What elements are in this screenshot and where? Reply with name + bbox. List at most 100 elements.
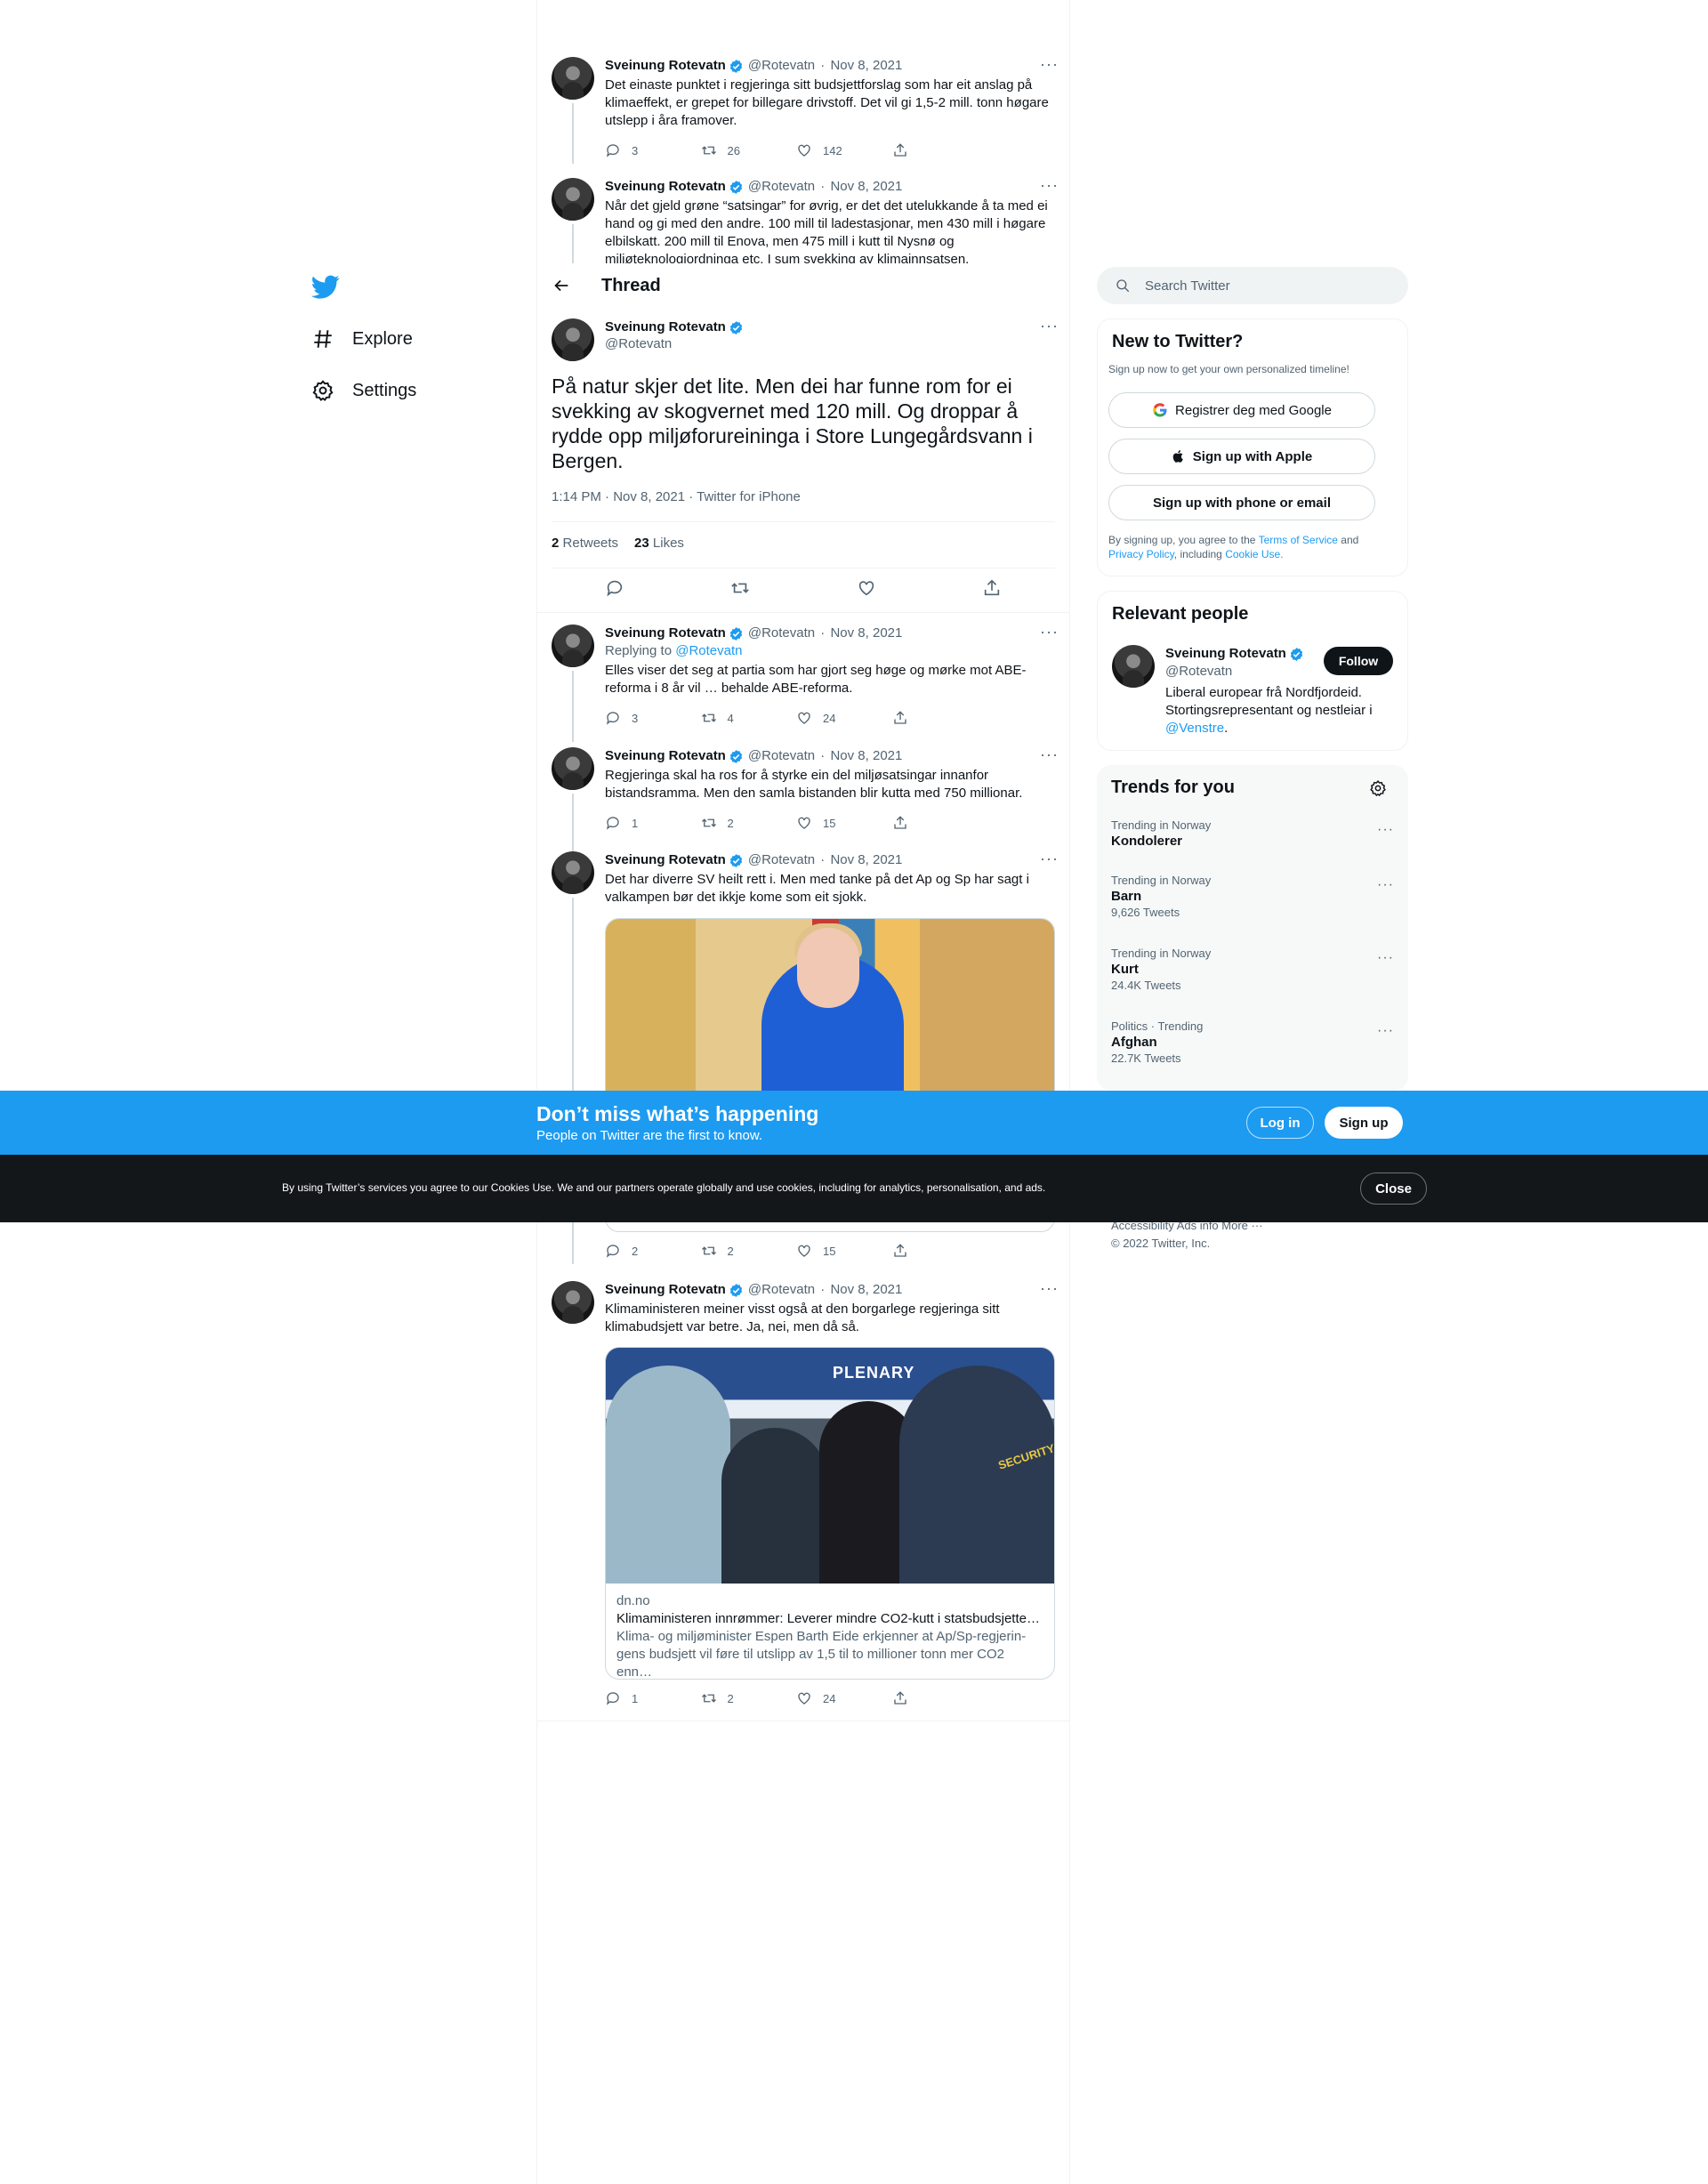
author-name[interactable]: Sveinung Rotevatn xyxy=(605,1281,726,1299)
reply-tweet[interactable]: Sveinung Rotevatn @Rotevatn · Nov 8, 202… xyxy=(552,624,1059,742)
retweets-stat[interactable]: 2 Retweets xyxy=(552,536,618,551)
reply-button[interactable]: 1 xyxy=(605,1690,701,1706)
new-to-twitter-subtitle: Sign up now to get your own personalized… xyxy=(1108,363,1349,375)
share-button[interactable] xyxy=(892,142,988,158)
more-options-icon[interactable]: ··· xyxy=(1377,1023,1394,1039)
retweet-button[interactable]: 2 xyxy=(701,1243,797,1259)
like-button[interactable]: 15 xyxy=(796,1243,892,1259)
more-options-icon[interactable]: ··· xyxy=(1377,877,1394,893)
tweet-date[interactable]: Nov 8, 2021 xyxy=(830,625,902,642)
tweet-date[interactable]: Nov 8, 2021 xyxy=(830,851,902,869)
google-signup-label: Registrer deg med Google xyxy=(1175,402,1332,418)
main-tweet-text: På natur skjer det lite. Men dei har fun… xyxy=(552,375,1033,472)
retweet-icon[interactable] xyxy=(730,578,750,598)
reply-button[interactable]: 3 xyxy=(605,710,701,726)
reply-button[interactable]: 3 xyxy=(605,142,701,158)
more-options-icon[interactable]: ··· xyxy=(1040,318,1059,334)
retweet-button[interactable]: 26 xyxy=(701,142,797,158)
search-input[interactable]: Search Twitter xyxy=(1097,267,1408,304)
heart-icon[interactable] xyxy=(857,578,876,598)
signup-button[interactable]: Sign up xyxy=(1325,1107,1403,1139)
tweet-date[interactable]: Nov 8, 2021 xyxy=(830,178,902,196)
more-options-icon[interactable]: ··· xyxy=(1040,746,1059,762)
trend-item[interactable]: Trending in Norway Kurt 24.4K Tweets ··· xyxy=(1097,947,1408,993)
relevant-person[interactable]: Sveinung Rotevatn @Rotevatn xyxy=(1165,645,1307,681)
tweet-text: Når det gjeld grøne “satsingar” for øvri… xyxy=(605,198,1048,263)
author-name[interactable]: Sveinung Rotevatn xyxy=(605,625,726,642)
reply-tweet[interactable]: Sveinung Rotevatn @Rotevatn · Nov 8, 202… xyxy=(552,746,1059,852)
follow-button[interactable]: Follow xyxy=(1324,647,1393,675)
retweet-button[interactable]: 2 xyxy=(701,815,797,831)
more-options-icon[interactable]: ··· xyxy=(1040,56,1059,72)
like-button[interactable]: 142 xyxy=(796,142,892,158)
share-button[interactable] xyxy=(892,815,988,831)
nav-settings[interactable]: Settings xyxy=(311,371,416,410)
cookie-link[interactable]: Cookie Use. xyxy=(1225,548,1283,560)
like-button[interactable]: 24 xyxy=(796,710,892,726)
more-options-icon[interactable]: ··· xyxy=(1040,850,1059,866)
phone-email-signup-button[interactable]: Sign up with phone or email xyxy=(1108,485,1375,520)
main-tweet-meta[interactable]: 1:14 PM · Nov 8, 2021 · Twitter for iPho… xyxy=(552,489,801,504)
back-arrow-icon[interactable] xyxy=(552,276,571,295)
avatar[interactable] xyxy=(1112,645,1155,688)
privacy-link[interactable]: Privacy Policy xyxy=(1108,548,1174,560)
login-button[interactable]: Log in xyxy=(1246,1107,1314,1139)
avatar[interactable] xyxy=(552,625,594,667)
retweet-count: 26 xyxy=(727,143,740,157)
reply-button[interactable]: 2 xyxy=(605,1243,701,1259)
author-name[interactable]: Sveinung Rotevatn xyxy=(605,747,726,765)
link-card[interactable]: PLENARY SECURITY dn.no Klimaministeren i… xyxy=(605,1347,1055,1680)
more-options-icon[interactable]: ··· xyxy=(1040,1280,1059,1296)
author-name[interactable]: Sveinung Rotevatn xyxy=(605,178,726,196)
avatar[interactable] xyxy=(552,57,594,100)
trend-item[interactable]: Trending in Norway Kondolerer ··· xyxy=(1097,818,1408,850)
tweet-date[interactable]: Nov 8, 2021 xyxy=(830,747,902,765)
avatar[interactable] xyxy=(552,1281,594,1324)
author-handle: @Rotevatn xyxy=(747,625,816,641)
cookie-close-button[interactable]: Close xyxy=(1360,1173,1427,1205)
avatar[interactable] xyxy=(552,747,594,790)
reply-count: 1 xyxy=(632,1691,639,1705)
more-options-icon[interactable]: ··· xyxy=(1040,624,1059,640)
google-signup-button[interactable]: Registrer deg med Google xyxy=(1108,392,1375,428)
replying-to-link[interactable]: @Rotevatn xyxy=(675,643,742,658)
share-button[interactable] xyxy=(892,710,988,726)
reply-icon xyxy=(606,144,619,157)
author-name[interactable]: Sveinung Rotevatn xyxy=(605,57,726,75)
share-button[interactable] xyxy=(892,1690,988,1706)
more-options-icon[interactable]: ··· xyxy=(1377,822,1394,838)
retweet-button[interactable]: 4 xyxy=(701,710,797,726)
verified-badge-icon xyxy=(729,626,743,641)
twitter-logo-icon[interactable] xyxy=(310,272,340,301)
likes-stat[interactable]: 23 Likes xyxy=(634,536,684,551)
reply-button[interactable]: 1 xyxy=(605,815,701,831)
author-name[interactable]: Sveinung Rotevatn xyxy=(605,318,726,336)
thread-tweet[interactable]: Sveinung Rotevatn @Rotevatn · Nov 8, 202… xyxy=(552,56,1059,164)
avatar[interactable] xyxy=(552,178,594,221)
thread-tweet[interactable]: Sveinung Rotevatn @Rotevatn · Nov 8, 202… xyxy=(552,178,1059,263)
tweet-date[interactable]: Nov 8, 2021 xyxy=(830,57,902,75)
nav-explore[interactable]: Explore xyxy=(311,319,413,359)
share-icon[interactable] xyxy=(982,578,1002,598)
heart-icon xyxy=(798,817,810,829)
trend-item[interactable]: Trending in Norway Barn 9,626 Tweets ··· xyxy=(1097,874,1408,920)
author-name[interactable]: Sveinung Rotevatn xyxy=(1165,645,1286,663)
avatar[interactable] xyxy=(552,318,594,361)
apple-signup-button[interactable]: Sign up with Apple xyxy=(1108,439,1375,474)
retweet-button[interactable]: 2 xyxy=(701,1690,797,1706)
tweet-date[interactable]: Nov 8, 2021 xyxy=(830,1281,902,1299)
reply-icon[interactable] xyxy=(605,578,624,598)
share-button[interactable] xyxy=(892,1243,988,1259)
more-options-icon[interactable]: ··· xyxy=(1377,950,1394,966)
author-name[interactable]: Sveinung Rotevatn xyxy=(605,851,726,869)
terms-link[interactable]: Terms of Service xyxy=(1259,534,1338,546)
tweet-actions: 2 2 15 xyxy=(605,1243,987,1259)
hashtag-icon xyxy=(314,330,332,348)
gear-icon[interactable] xyxy=(1369,779,1387,797)
venstre-link[interactable]: @Venstre xyxy=(1165,721,1224,736)
like-button[interactable]: 24 xyxy=(796,1690,892,1706)
trend-item[interactable]: Politics · Trending Afghan 22.7K Tweets … xyxy=(1097,1019,1408,1066)
avatar[interactable] xyxy=(552,851,594,894)
like-button[interactable]: 15 xyxy=(796,815,892,831)
more-options-icon[interactable]: ··· xyxy=(1040,178,1059,193)
